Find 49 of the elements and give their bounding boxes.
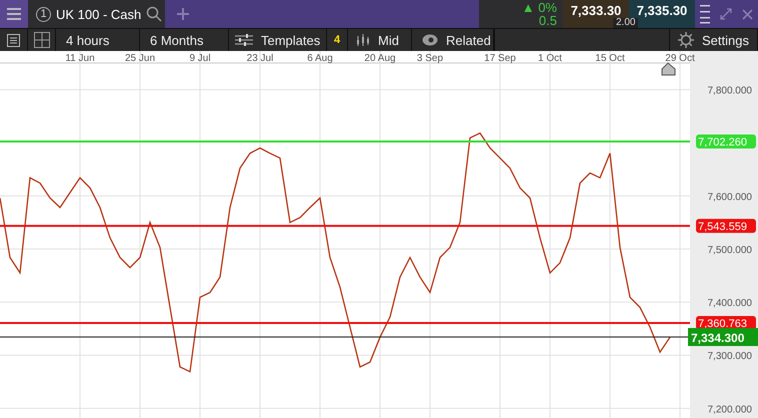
date-label: 11 Jun [65,53,95,64]
date-label: 17 Sep [484,53,516,64]
grid-icon [34,32,50,48]
menu-button[interactable] [0,0,28,28]
eye-icon [422,34,438,46]
level-line[interactable] [0,224,690,227]
date-label: 25 Jun [124,53,156,64]
level-badge: 7,543.559 [696,218,756,233]
price-label: 7,300.000 [708,351,752,362]
change-points: 0.5 [538,14,557,27]
current-price-badge: 7,334.300 [688,328,758,346]
settings-button[interactable]: Settings [669,29,758,51]
up-arrow: ▲ [522,0,535,15]
level-badge: 7,702.260 [696,134,756,148]
drag-handle-icon[interactable] [700,4,710,24]
list-icon [7,34,20,46]
tab-number: 1 [36,6,51,22]
sliders-icon [235,34,253,46]
price-label: 7,800.000 [708,86,752,97]
price-label: 7,400.000 [708,298,752,310]
change-percent: 0% [538,0,557,15]
price-label: 7,500.000 [708,244,752,256]
ref-line-label: 7,702.260 [698,136,747,148]
sell-button[interactable]: 7,333.30 [563,0,629,18]
date-label: 1 Oct [538,53,562,64]
scroll-marker-icon[interactable] [662,62,676,76]
close-icon[interactable] [742,8,753,20]
instrument-tab[interactable]: 1 UK 100 - Cash [28,0,165,28]
date-label: 15 Oct [595,53,625,64]
date-label: 3 Sep [416,53,444,64]
tab-label: UK 100 - Cash [56,6,142,22]
buy-button[interactable]: 7,335.30 [629,0,695,18]
date-label: 29 Oct [665,53,695,64]
ref-line-label: 7,360.763 [698,318,747,330]
gear-icon [678,32,694,48]
search-icon[interactable] [146,6,162,22]
price-label: 7,200.000 [708,404,752,416]
spread-badge: 2.00 [613,18,638,28]
expand-icon[interactable] [720,8,732,20]
level-line[interactable] [0,322,690,324]
add-tab-icon[interactable] [177,8,189,20]
date-label: 9 Jul [189,53,211,64]
menu-icon [7,8,21,20]
ref-line-label: 7,543.559 [698,220,747,233]
candlestick-icon [356,33,370,47]
date-label: 23 Jul [246,53,274,64]
price-label: 7,600.000 [708,192,752,203]
date-label: 6 Aug [307,53,333,64]
date-label: 20 Aug [364,53,396,64]
